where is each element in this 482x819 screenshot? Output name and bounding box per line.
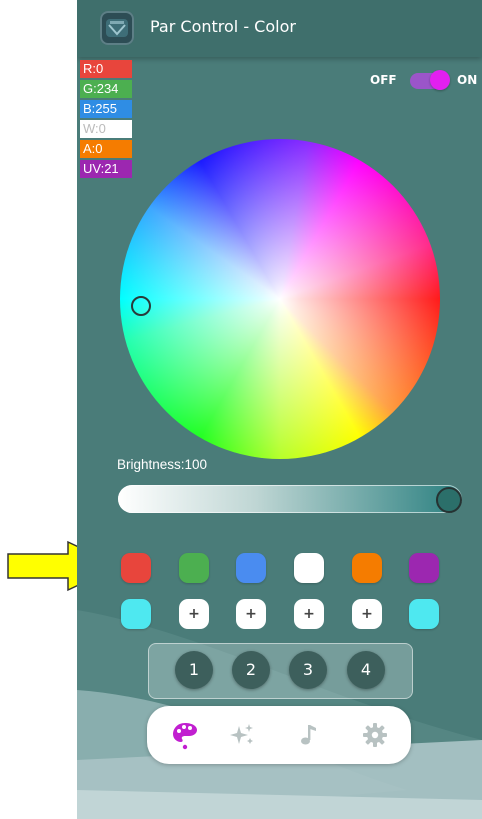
channel-blue-value: B:255 [80, 100, 132, 118]
channel-red-value: R:0 [80, 60, 132, 78]
add-swatch-button[interactable]: + [352, 599, 382, 629]
brightness-slider-knob[interactable] [436, 487, 462, 513]
color-swatch-cyan[interactable] [409, 599, 439, 629]
scene-button-4[interactable]: 4 [347, 651, 385, 689]
power-toggle-knob[interactable] [430, 70, 450, 90]
power-toggle[interactable] [410, 70, 450, 90]
color-swatch-cyan[interactable] [121, 599, 151, 629]
color-wheel[interactable] [120, 139, 440, 459]
add-swatch-button[interactable]: + [179, 599, 209, 629]
gear-icon[interactable] [360, 720, 390, 750]
color-swatch-orange[interactable] [352, 553, 382, 583]
channel-white-value: W:0 [80, 120, 132, 138]
page-title: Par Control - Color [150, 17, 296, 36]
color-picker-handle[interactable] [131, 296, 151, 316]
add-swatch-button[interactable]: + [294, 599, 324, 629]
color-swatch-white[interactable] [294, 553, 324, 583]
sparkles-icon[interactable] [227, 720, 257, 750]
app-header: Par Control - Color [77, 0, 482, 57]
channel-uv-value: UV:21 [80, 160, 132, 178]
channel-green-value: G:234 [80, 80, 132, 98]
brightness-slider[interactable] [118, 485, 462, 513]
scene-button-2[interactable]: 2 [232, 651, 270, 689]
scene-button-1[interactable]: 1 [175, 651, 213, 689]
channel-amber-value: A:0 [80, 140, 132, 158]
color-swatch-green[interactable] [179, 553, 209, 583]
color-swatch-red[interactable] [121, 553, 151, 583]
app-logo [100, 11, 134, 45]
palette-icon[interactable] [170, 720, 200, 750]
app-screen: Par Control - Color R:0 G:234 B:255 W:0 … [77, 0, 482, 819]
power-on-label: ON [457, 73, 478, 87]
color-swatch-blue[interactable] [236, 553, 266, 583]
music-note-icon[interactable] [293, 720, 323, 750]
color-swatch-purple[interactable] [409, 553, 439, 583]
add-swatch-button[interactable]: + [236, 599, 266, 629]
power-off-label: OFF [370, 73, 397, 87]
brightness-label: Brightness:100 [117, 457, 208, 472]
scene-button-3[interactable]: 3 [289, 651, 327, 689]
